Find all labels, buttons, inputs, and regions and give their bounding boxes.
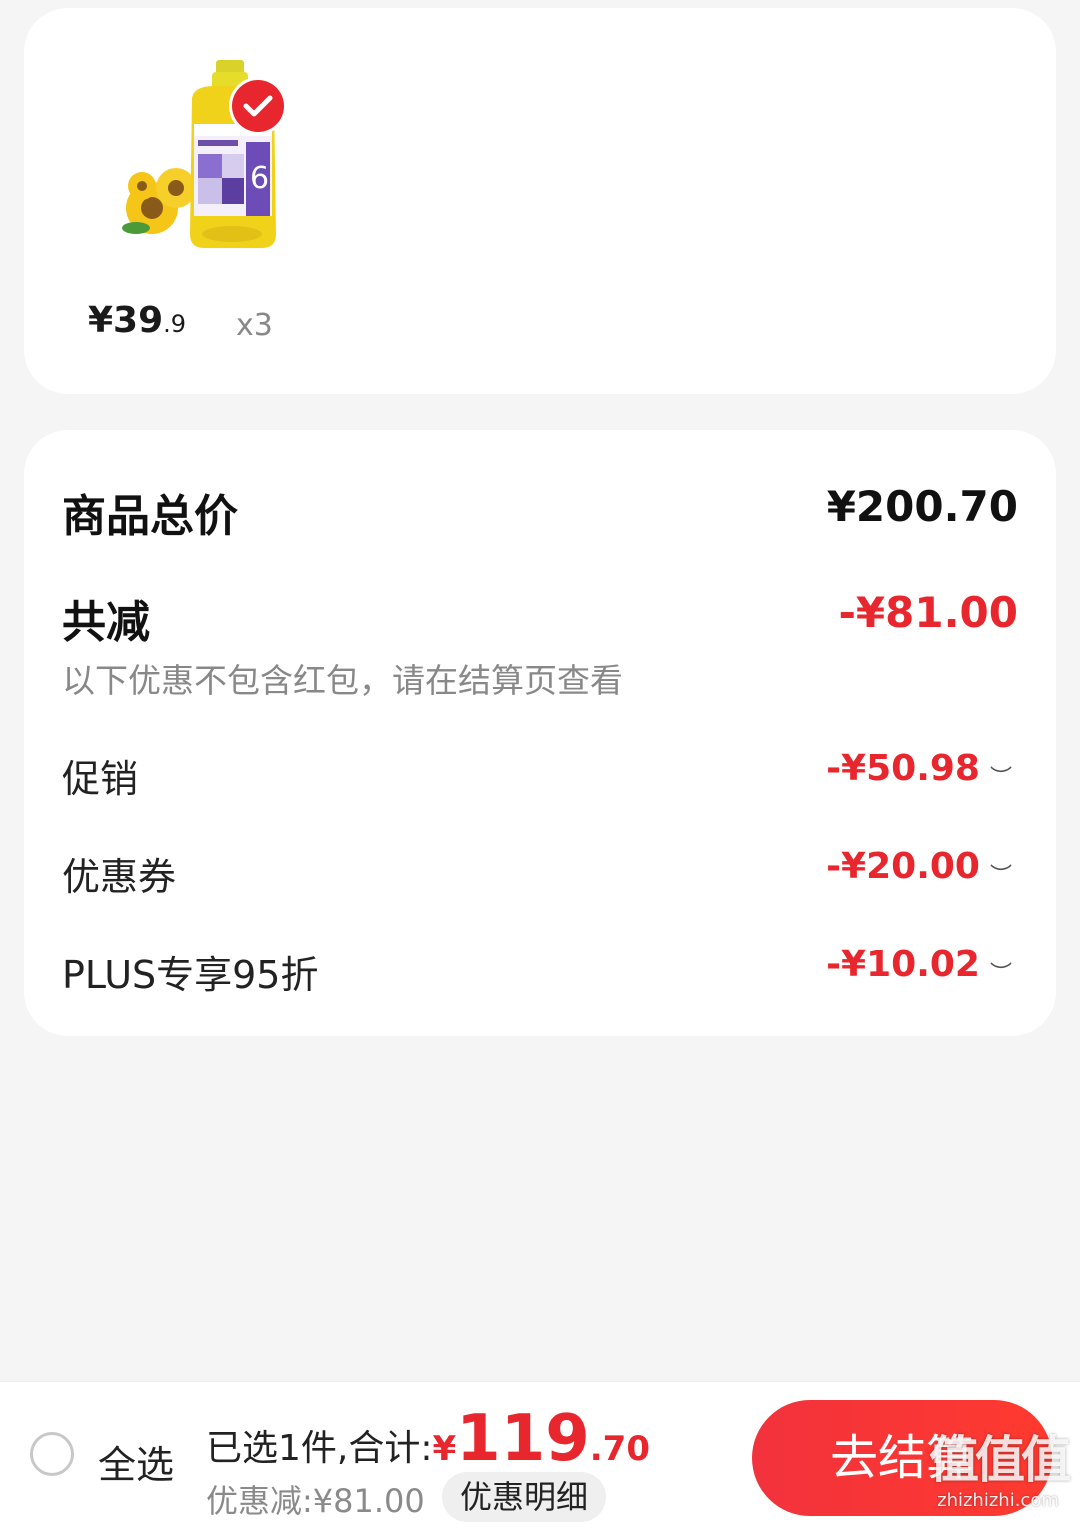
watermark: 值值值 zhizhizhi.com bbox=[928, 1430, 1071, 1524]
chevron-down-icon[interactable]: ︶ bbox=[990, 760, 1012, 792]
price-decimal: .9 bbox=[163, 310, 187, 338]
reduction-note: 以下优惠不包含红包，请在结算页查看 bbox=[62, 661, 623, 700]
total-price-value: ¥200.70 bbox=[826, 482, 1018, 531]
select-all-label[interactable]: 全选 bbox=[98, 1434, 174, 1489]
plus-discount-label: PLUS专享95折 bbox=[62, 953, 319, 997]
total-price-label: 商品总价 bbox=[62, 491, 238, 542]
product-quantity: x3 bbox=[236, 308, 273, 343]
product-card: 6 ¥39.9 x3 bbox=[24, 8, 1056, 394]
reduction-value: -¥81.00 bbox=[838, 588, 1018, 637]
chevron-down-icon[interactable]: ︶ bbox=[990, 858, 1012, 890]
plus-row-toggle[interactable]: -¥10.02 ︶ bbox=[826, 944, 1012, 988]
product-price: ¥39.9 bbox=[88, 300, 186, 341]
total-currency: ¥ bbox=[432, 1429, 457, 1469]
select-all-radio[interactable] bbox=[30, 1432, 74, 1476]
coupon-row-toggle[interactable]: -¥20.00 ︶ bbox=[826, 846, 1012, 890]
reduction-label: 共减 bbox=[62, 597, 150, 648]
plus-discount-value: -¥10.02 bbox=[826, 944, 980, 985]
promo-row-toggle[interactable]: -¥50.98 ︶ bbox=[826, 748, 1012, 792]
chevron-down-icon[interactable]: ︶ bbox=[990, 956, 1012, 988]
total-decimal: .70 bbox=[589, 1429, 650, 1469]
price-summary-card: 商品总价 ¥200.70 共减 -¥81.00 以下优惠不包含红包，请在结算页查… bbox=[24, 430, 1056, 1036]
coupon-value: -¥20.00 bbox=[826, 846, 980, 887]
checkout-bar: 全选 已选1件,合计:¥119.70 优惠减:¥81.00 优惠明细 去结算 bbox=[0, 1381, 1080, 1532]
svg-text:6: 6 bbox=[250, 161, 269, 196]
watermark-logo: 值值值 bbox=[929, 1431, 1071, 1489]
discount-text: 优惠减:¥81.00 bbox=[206, 1482, 425, 1520]
promo-value: -¥50.98 bbox=[826, 748, 980, 789]
price-main: ¥39 bbox=[88, 300, 164, 341]
watermark-url: zhizhizhi.com bbox=[937, 1490, 1059, 1511]
selected-total: 已选1件,合计:¥119.70 bbox=[206, 1402, 650, 1476]
selected-check-icon[interactable] bbox=[232, 80, 284, 132]
selected-count-text: 已选1件,合计: bbox=[206, 1428, 433, 1469]
coupon-label: 优惠券 bbox=[62, 855, 177, 899]
discount-detail-button[interactable]: 优惠明细 bbox=[442, 1472, 607, 1522]
promo-label: 促销 bbox=[62, 757, 139, 801]
total-integer: 119 bbox=[456, 1402, 590, 1476]
